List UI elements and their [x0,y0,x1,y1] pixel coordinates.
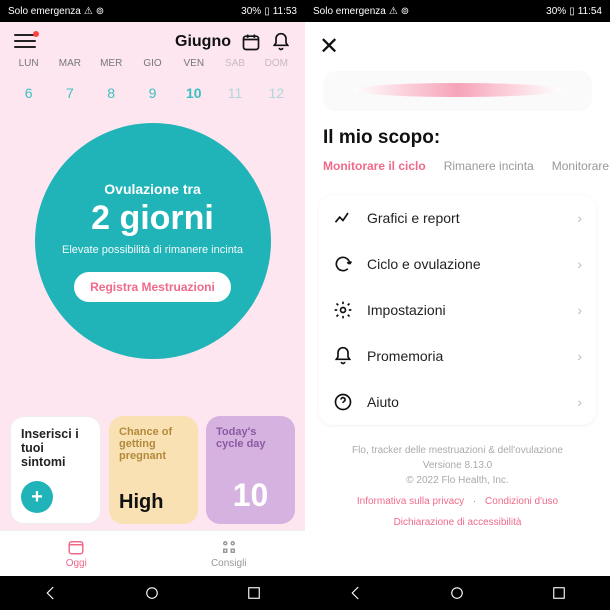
home-icon[interactable] [143,584,161,602]
main-view-more: ✕ Il mio scopo: Monitorare il ciclo Rima… [305,22,610,576]
day-cell[interactable]: 7 [49,85,90,101]
chevron-right-icon: › [577,210,582,226]
nav-advice[interactable]: Consigli [153,531,306,576]
footer-copyright: © 2022 Flo Health, Inc. [325,473,590,488]
status-bar: Solo emergenza⚠⊚ 30%▯11:54 [305,0,610,22]
day-cell-active[interactable]: 10 [173,85,214,101]
calendar-icon[interactable] [241,32,261,52]
header: Giugno [0,22,305,58]
card-value: High [119,491,188,514]
ovulation-subtitle: Elevate possibilità di rimanere incinta [62,244,243,256]
carrier-text: Solo emergenza [8,6,81,17]
screen-left: Solo emergenza⚠⊚ 30%▯11:53 Giugno LUN MA… [0,0,305,610]
menu-cycle[interactable]: Ciclo e ovulazione› [319,241,596,287]
bell-small-icon [333,346,353,366]
card-value: 10 [216,477,285,514]
log-period-button[interactable]: Registra Mestruazioni [74,272,231,302]
card-cycle-day[interactable]: Today's cycle day 10 [206,416,295,524]
menu-help[interactable]: Aiuto› [319,379,596,425]
card-title: Today's cycle day [216,426,285,450]
tab-get-pregnant[interactable]: Rimanere incinta [444,159,534,173]
menu-reminders[interactable]: Promemoria› [319,333,596,379]
home-icon[interactable] [448,584,466,602]
menu-icon[interactable] [14,34,36,50]
day-cell[interactable]: 6 [8,85,49,101]
screen-right: Solo emergenza⚠⊚ 30%▯11:54 ✕ Il mio scop… [305,0,610,610]
weekday: MAR [49,58,90,69]
clock-text: 11:54 [578,6,602,17]
menu-list: Grafici e report› Ciclo e ovulazione› Im… [319,195,596,425]
chevron-right-icon: › [577,348,582,364]
card-title: Inserisci i tuoi sintomi [21,427,90,469]
card-title: Chance of getting pregnant [119,426,188,462]
day-cell-outlined[interactable]: 12 [256,85,297,101]
bottom-nav: Oggi Consigli [0,530,305,576]
link-accessibility[interactable]: Dichiarazione di accessibilità [394,517,522,528]
day-cell[interactable]: 8 [91,85,132,101]
grid-icon [220,538,238,556]
back-icon[interactable] [347,584,365,602]
status-bar: Solo emergenza⚠⊚ 30%▯11:53 [0,0,305,22]
ovulation-area: Ovulazione tra 2 giorni Elevate possibil… [0,111,305,410]
chevron-right-icon: › [577,302,582,318]
bell-icon[interactable] [271,32,291,52]
footer: Flo, tracker delle mestruazioni & dell'o… [305,425,610,536]
nav-today[interactable]: Oggi [0,531,153,576]
footer-version: Versione 8.13.0 [325,458,590,473]
weekday: MER [91,58,132,69]
battery-icon: ▯ [569,6,575,17]
notification-dot [33,31,39,37]
goal-tabs: Monitorare il ciclo Rimanere incinta Mon… [305,159,610,187]
weekday-row: LUN MAR MER GIO VEN SAB DOM [0,58,305,69]
clock-text: 11:53 [273,6,297,17]
battery-text: 30% [546,6,566,17]
back-icon[interactable] [42,584,60,602]
sim-icon: ⚠ [389,6,398,17]
gear-icon [333,300,353,320]
recent-icon[interactable] [245,584,263,602]
weekday: VEN [173,58,214,69]
tab-more[interactable]: Monitorare [552,159,609,173]
main-view-today: Giugno LUN MAR MER GIO VEN SAB DOM 6 7 8… [0,22,305,576]
card-pregnancy-chance[interactable]: Chance of getting pregnant High [109,416,198,524]
scope-title: Il mio scopo: [305,111,610,159]
link-terms[interactable]: Condizioni d'uso [485,496,558,507]
carrier-text: Solo emergenza [313,6,386,17]
card-symptoms[interactable]: Inserisci i tuoi sintomi + [10,416,101,524]
tab-track-cycle[interactable]: Monitorare il ciclo [323,159,426,173]
weekday: GIO [132,58,173,69]
recent-icon[interactable] [550,584,568,602]
chevron-right-icon: › [577,256,582,272]
add-icon[interactable]: + [21,481,53,513]
day-cell[interactable]: 11 [214,85,255,101]
sim-icon: ⚠ [84,6,93,17]
footer-app-name: Flo, tracker delle mestruazioni & dell'o… [325,443,590,458]
close-icon[interactable]: ✕ [319,33,339,60]
month-label: Giugno [175,33,231,51]
weekday: SAB [214,58,255,69]
menu-settings[interactable]: Impostazioni› [319,287,596,333]
wifi-icon: ⊚ [96,6,104,17]
help-icon [333,392,353,412]
weekday: DOM [256,58,297,69]
hero-graphic [323,71,592,111]
cycle-icon [333,254,353,274]
ovulation-value: 2 giorni [91,199,214,238]
ovulation-circle: Ovulazione tra 2 giorni Elevate possibil… [35,123,271,359]
wifi-icon: ⊚ [401,6,409,17]
link-privacy[interactable]: Informativa sulla privacy [357,496,464,507]
system-nav [0,576,305,610]
battery-icon: ▯ [264,6,270,17]
menu-charts[interactable]: Grafici e report› [319,195,596,241]
chart-icon [333,208,353,228]
day-row: 6 7 8 9 10 11 12 [0,75,305,111]
weekday: LUN [8,58,49,69]
battery-text: 30% [241,6,261,17]
chevron-right-icon: › [577,394,582,410]
calendar-small-icon [67,538,85,556]
day-cell[interactable]: 9 [132,85,173,101]
cards-row: Inserisci i tuoi sintomi + Chance of get… [0,410,305,530]
system-nav [305,576,610,610]
ovulation-label: Ovulazione tra [104,181,200,197]
